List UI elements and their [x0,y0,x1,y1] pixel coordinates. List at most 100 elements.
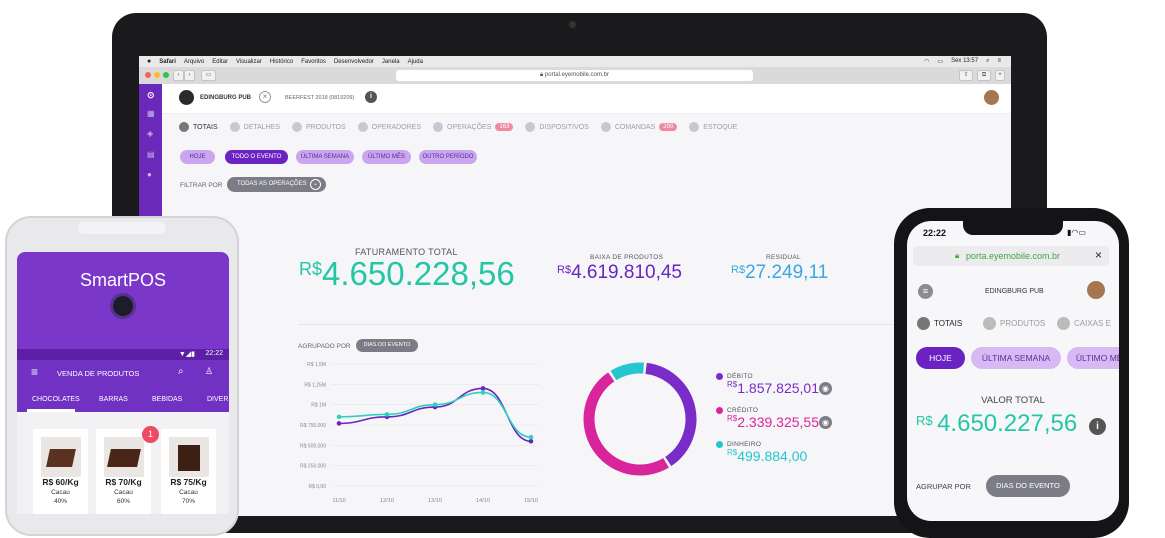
legend-debito-label: DÉBITO [727,373,753,380]
tab-row: TOTAIS DETALHES PRODUTOS OPERADORES OPER… [179,122,737,132]
tab-diver[interactable]: DIVER [207,396,228,403]
menubar-clock[interactable]: Sex 13:57 [951,58,978,65]
back-button[interactable]: ‹ [173,70,184,81]
donut-slice[interactable] [583,372,669,476]
tab-operacoes[interactable]: OPERAÇÕES 163 [433,122,514,132]
period-ultimo-mes[interactable]: ÚLTIMO MÊS [1067,347,1119,369]
period-ultima-semana[interactable]: ÚLTIMA SEMANA [296,150,354,164]
event-name[interactable]: BEERFEST 2018 (0819209) [285,95,354,101]
chocolate-image [169,437,209,477]
iphone-url-bar[interactable]: 🔒︎ porta.eyemobile.com.br × [913,246,1109,266]
address-bar[interactable]: 🔒︎ portal.eyemobile.com.br [396,70,753,81]
iph-tab-caixas[interactable]: CAIXAS E [1057,317,1111,330]
group-select[interactable]: DIAS DO EVENTO [356,339,418,352]
user-avatar[interactable] [984,90,999,105]
valor-total-number: 4.650.227,56 [937,410,1078,437]
data-point[interactable] [432,402,438,407]
wifi-icon[interactable]: ◠ [924,58,929,65]
share-icon[interactable]: ⇧ [959,70,973,81]
tabs-icon[interactable]: ⧉ [977,70,991,81]
new-tab-icon[interactable]: + [995,70,1005,81]
data-point[interactable] [528,434,534,440]
menu-favoritos[interactable]: Favoritos [301,59,326,65]
iph-tab-totais[interactable]: TOTAIS [917,317,962,330]
info-icon[interactable]: i [1089,418,1106,435]
logo-icon[interactable]: ⊙ [147,91,155,100]
data-point[interactable] [336,421,342,426]
product-icon [983,317,996,330]
printer-icon[interactable]: ▤ [147,151,155,159]
close-icon[interactable]: × [259,91,271,103]
menu-safari[interactable]: Safari [159,59,176,65]
zoom-window-button[interactable] [163,72,169,78]
tab-barras[interactable]: BARRAS [99,396,128,403]
venue-avatar[interactable] [179,90,194,105]
legend-dot-credito [716,407,723,414]
period-ultimo-mes[interactable]: ÚLTIMO MÊS [362,150,411,164]
minimize-window-button[interactable] [154,72,160,78]
user-icon[interactable]: ♙ [205,366,213,377]
user-avatar[interactable] [1087,281,1105,299]
data-point[interactable] [336,414,342,420]
period-hoje[interactable]: HOJE [180,150,215,164]
data-point[interactable] [480,390,486,395]
period-outro[interactable]: OUTRO PERÍODO [419,150,477,164]
tab-bebidas[interactable]: BEBIDAS [152,396,182,403]
y-tick-label: R$ 250.000 [300,464,326,470]
tab-detalhes[interactable]: DETALHES [229,122,280,132]
forward-button[interactable]: › [184,70,195,81]
filter-select[interactable]: TODAS AS OPERAÇÕES ⌄ [227,177,326,192]
tab-estoque[interactable]: ESTOQUE [689,122,737,132]
sidebar-toggle-icon[interactable]: ▭ [201,70,216,81]
period-todo-evento[interactable]: TODO O EVENTO [225,150,288,164]
donut-slice[interactable] [610,362,644,381]
tab-chocolates[interactable]: CHOCOLATES [32,396,80,403]
tab-label: ESTOQUE [703,123,738,131]
menu-list-icon[interactable]: ≡ [997,58,1001,65]
tab-totais[interactable]: TOTAIS [179,122,218,132]
menu-desenvolvedor[interactable]: Desenvolvedor [334,59,374,65]
info-icon[interactable]: i [365,91,377,103]
chat-icon[interactable]: ● [147,171,155,179]
menu-editar[interactable]: Editar [212,59,228,65]
close-window-button[interactable] [145,72,151,78]
data-point[interactable] [480,386,486,391]
battery-icon[interactable]: ▭ [937,58,943,65]
tab-produtos[interactable]: PRODUTOS [292,122,346,132]
search-icon[interactable]: ⌕ [986,58,989,65]
venue-name[interactable]: EDINGBURG PUB [200,95,251,101]
tab-operadores[interactable]: OPERADORES [357,122,421,132]
menu-ajuda[interactable]: Ajuda [408,59,423,65]
apple-icon[interactable]: ● [147,58,151,65]
product-card[interactable]: R$ 70/Kg Cacau 60% [96,429,151,514]
search-icon[interactable]: ⌕ [178,366,184,377]
period-ultima-semana[interactable]: ÚLTIMA SEMANA [971,347,1061,369]
menu-janela[interactable]: Janela [382,59,400,65]
tab-label: OPERAÇÕES [447,123,492,131]
data-point[interactable] [384,412,390,417]
product-name: Cacau [114,489,133,496]
menu-visualizar[interactable]: Visualizar [236,59,262,65]
menu-icon[interactable]: ≡ [918,284,933,299]
product-card[interactable]: R$ 75/Kg Cacau 70% [161,429,216,514]
hamburger-menu-icon[interactable]: ≡ [31,365,38,379]
close-icon[interactable]: × [1095,248,1102,262]
product-card[interactable]: R$ 60/Kg Cacau 40% [33,429,88,514]
tab-comandas[interactable]: COMANDAS 200 [600,122,678,132]
y-tick-label: R$ 500.000 [300,443,326,449]
donut-slice[interactable] [645,362,697,467]
filter-label: FILTRAR POR [180,182,223,189]
product-percent: 70% [181,498,195,505]
iph-group-select[interactable]: DIAS DO EVENTO [986,475,1070,497]
period-hoje[interactable]: HOJE [916,347,965,369]
box-icon[interactable]: ◈ [147,130,155,138]
product-icon [292,122,303,132]
menu-arquivo[interactable]: Arquivo [184,59,204,65]
eye-icon[interactable]: ◉ [819,416,832,429]
data-point[interactable] [528,438,534,444]
eye-icon[interactable]: ◉ [819,382,832,395]
iph-tab-produtos[interactable]: PRODUTOS [983,317,1045,330]
dashboard-icon[interactable]: ▦ [147,110,155,118]
menu-historico[interactable]: Histórico [270,59,293,65]
tab-dispositivos[interactable]: DISPOSITIVOS [525,122,589,132]
